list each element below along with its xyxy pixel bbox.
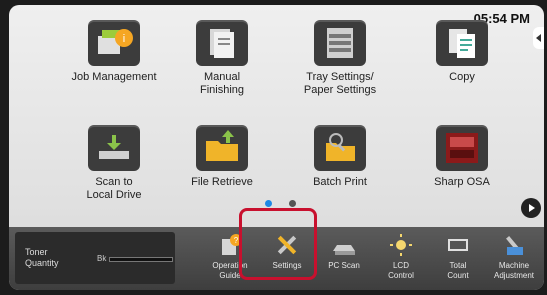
copy-icon: [436, 20, 488, 66]
tile-job-management[interactable]: i Job Management: [59, 20, 169, 84]
tile-label: Manual Finishing: [199, 71, 245, 96]
tile-batch-print[interactable]: Batch Print: [285, 125, 395, 189]
tile-tray-settings[interactable]: Tray Settings/ Paper Settings: [285, 20, 395, 97]
machine-adjustment-button[interactable]: Machine Adjustment: [485, 231, 543, 281]
button-label: Total Count: [447, 261, 469, 280]
tile-label: Copy: [449, 71, 475, 83]
tile-label: Job Management: [71, 71, 157, 83]
job-management-icon: i: [88, 20, 140, 66]
tile-manual-finishing[interactable]: Manual Finishing: [167, 20, 277, 97]
pc-scan-button[interactable]: PC Scan: [315, 231, 373, 271]
tile-label: File Retrieve: [191, 176, 253, 188]
lcd-control-icon: [386, 231, 416, 259]
pc-scan-icon: [329, 231, 359, 259]
tile-copy[interactable]: Copy: [407, 20, 517, 84]
tile-label: Tray Settings/ Paper Settings: [303, 71, 377, 96]
side-panel-tab[interactable]: [533, 27, 544, 49]
file-retrieve-icon: [196, 125, 248, 171]
tray-settings-icon: [314, 20, 366, 66]
button-label: Machine Adjustment: [493, 261, 535, 280]
button-label: LCD Control: [388, 261, 414, 280]
page-dot-active[interactable]: [265, 200, 272, 207]
button-label: PC Scan: [328, 261, 360, 270]
settings-highlight-frame: [239, 208, 317, 280]
total-count-button[interactable]: Total Count: [429, 231, 487, 281]
lcd-control-button[interactable]: LCD Control: [372, 231, 430, 281]
next-page-button[interactable]: [521, 198, 541, 218]
tile-label: Scan to Local Drive: [86, 176, 142, 201]
toner-label: Toner Quantity: [25, 247, 59, 268]
toner-level-meter: [109, 257, 173, 262]
total-count-icon: [443, 231, 473, 259]
toner-quantity-panel: Toner Quantity Bk: [15, 232, 175, 284]
page-dot[interactable]: [289, 200, 296, 207]
toner-channel-label: Bk: [97, 254, 107, 263]
batch-print-icon: [314, 125, 366, 171]
tile-label: Batch Print: [313, 176, 367, 188]
sharp-osa-icon: [436, 125, 488, 171]
tile-file-retrieve[interactable]: File Retrieve: [167, 125, 277, 189]
tile-sharp-osa[interactable]: Sharp OSA: [407, 125, 517, 189]
tile-label: Sharp OSA: [434, 176, 490, 188]
scan-to-local-drive-icon: [88, 125, 140, 171]
manual-finishing-icon: [196, 20, 248, 66]
machine-adjustment-icon: [499, 231, 529, 259]
svg-text:i: i: [123, 33, 125, 45]
tile-scan-to-local-drive[interactable]: Scan to Local Drive: [59, 125, 169, 202]
